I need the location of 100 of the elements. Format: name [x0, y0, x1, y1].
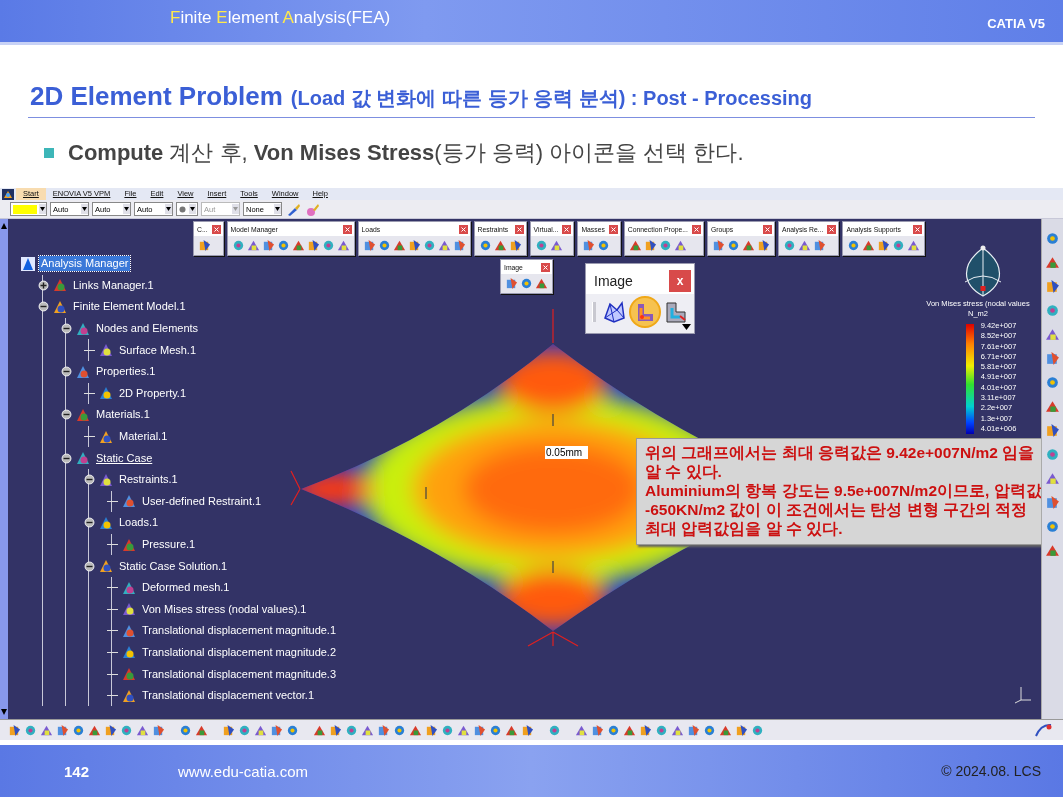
close-button[interactable] — [913, 224, 923, 234]
close-button[interactable] — [514, 224, 524, 234]
tree-item[interactable]: Nodes and Elements — [94, 321, 201, 337]
collapse-icon[interactable] — [61, 452, 72, 464]
close-button[interactable] — [541, 262, 550, 272]
tool-icon[interactable] — [306, 239, 320, 252]
tool-icon[interactable] — [276, 239, 290, 252]
tool-icon[interactable] — [286, 723, 299, 737]
tree-item[interactable]: Surface Mesh.1 — [117, 342, 199, 358]
tool-icon[interactable] — [658, 239, 672, 252]
tool-icon[interactable] — [254, 723, 267, 737]
tool-icon[interactable] — [473, 723, 486, 737]
tool-icon[interactable] — [655, 723, 668, 737]
tool-icon[interactable] — [72, 723, 85, 737]
tool-icon[interactable] — [1045, 255, 1060, 270]
tree-item[interactable]: Finite Element Model.1 — [71, 299, 188, 315]
tool-icon[interactable] — [812, 239, 826, 252]
tool-icon[interactable] — [457, 723, 470, 737]
tree-item[interactable]: Translational displacement magnitude.1 — [140, 623, 339, 639]
tool-icon[interactable] — [1045, 519, 1060, 534]
tool-icon[interactable] — [222, 723, 235, 737]
tool-icon[interactable] — [231, 239, 245, 252]
tool-icon[interactable] — [179, 723, 192, 737]
tool-icon[interactable] — [643, 239, 657, 252]
tool-icon[interactable] — [1045, 495, 1060, 510]
tool-icon[interactable] — [549, 239, 563, 252]
tool-icon[interactable] — [1045, 447, 1060, 462]
tool-icon[interactable] — [1045, 327, 1060, 342]
close-button[interactable] — [211, 224, 221, 234]
tool-icon[interactable] — [238, 723, 251, 737]
tree-item[interactable]: Links Manager.1 — [71, 277, 156, 293]
tree-item[interactable]: Deformed mesh.1 — [140, 580, 232, 596]
close-button[interactable]: x — [669, 270, 691, 292]
tool-icon[interactable] — [361, 723, 374, 737]
collapse-icon[interactable] — [61, 323, 72, 335]
collapse-icon[interactable] — [61, 409, 72, 421]
tool-icon[interactable] — [489, 723, 502, 737]
tool-icon[interactable] — [862, 239, 876, 252]
tool-icon[interactable] — [639, 723, 652, 737]
tool-icon[interactable] — [1045, 423, 1060, 438]
tool-icon[interactable] — [726, 239, 740, 252]
tool-icon[interactable] — [377, 239, 391, 252]
collapse-icon[interactable] — [84, 474, 95, 486]
close-button[interactable] — [691, 224, 701, 234]
tree-item[interactable]: Material.1 — [117, 429, 170, 445]
tool-icon[interactable] — [535, 277, 548, 290]
tool-icon[interactable] — [521, 723, 534, 737]
tool-icon[interactable] — [1045, 399, 1060, 414]
tree-item[interactable]: Translational displacement magnitude.2 — [140, 645, 339, 660]
tool-icon[interactable] — [877, 239, 891, 252]
tool-icon[interactable] — [687, 723, 700, 737]
tool-icon[interactable] — [437, 239, 451, 252]
tool-icon[interactable] — [673, 239, 687, 252]
tool-icon[interactable] — [1045, 279, 1060, 294]
tree-item[interactable]: Static Case Solution.1 — [117, 558, 230, 574]
close-button[interactable] — [458, 224, 468, 234]
image-tool-button[interactable] — [631, 298, 659, 326]
tool-icon[interactable] — [797, 239, 811, 252]
tool-icon[interactable] — [892, 239, 906, 252]
tool-icon[interactable] — [478, 239, 492, 252]
tool-icon[interactable] — [505, 723, 518, 737]
tool-icon[interactable] — [198, 239, 211, 252]
tool-icon[interactable] — [195, 723, 208, 737]
tool-icon[interactable] — [508, 239, 522, 252]
tool-icon[interactable] — [1045, 351, 1060, 366]
tool-icon[interactable] — [120, 723, 133, 737]
tree-item[interactable]: Loads.1 — [117, 515, 161, 531]
tool-icon[interactable] — [261, 239, 275, 252]
tool-icon[interactable] — [291, 239, 305, 252]
tree-item[interactable]: User-defined Restraint.1 — [140, 493, 264, 509]
tree-item[interactable]: Restraints.1 — [117, 472, 180, 488]
dropdown[interactable] — [176, 202, 198, 216]
tool-icon[interactable] — [409, 723, 422, 737]
tool-icon[interactable] — [575, 723, 588, 737]
tool-icon[interactable] — [628, 239, 642, 252]
tool-icon[interactable] — [56, 723, 69, 737]
tool-icon[interactable] — [493, 239, 507, 252]
tool-icon[interactable] — [313, 723, 326, 737]
tree-item[interactable]: Translational displacement vector.1 — [140, 688, 316, 704]
close-button[interactable] — [562, 224, 572, 234]
tool-icon[interactable] — [407, 239, 421, 252]
tool-icon[interactable] — [24, 723, 37, 737]
tool-icon[interactable] — [623, 723, 636, 737]
tree-item[interactable]: Properties.1 — [94, 364, 158, 380]
tool-icon[interactable] — [703, 723, 716, 737]
close-button[interactable] — [762, 224, 772, 234]
tool-icon[interactable] — [741, 239, 755, 252]
tree-item[interactable]: 2D Property.1 — [117, 385, 189, 401]
tool-icon[interactable] — [452, 239, 466, 252]
tool-icon[interactable] — [582, 239, 596, 252]
tool-icon[interactable] — [40, 723, 53, 737]
tool-icon[interactable] — [782, 239, 796, 252]
tool-icon[interactable] — [329, 723, 342, 737]
tool-icon[interactable] — [246, 239, 260, 252]
tool-icon[interactable] — [671, 723, 684, 737]
tool-icon[interactable] — [152, 723, 165, 737]
tool-icon[interactable] — [1045, 375, 1060, 390]
collapse-icon[interactable] — [84, 560, 95, 572]
color-dropdown[interactable] — [10, 202, 47, 216]
tree-item[interactable]: Pressure.1 — [140, 537, 198, 552]
